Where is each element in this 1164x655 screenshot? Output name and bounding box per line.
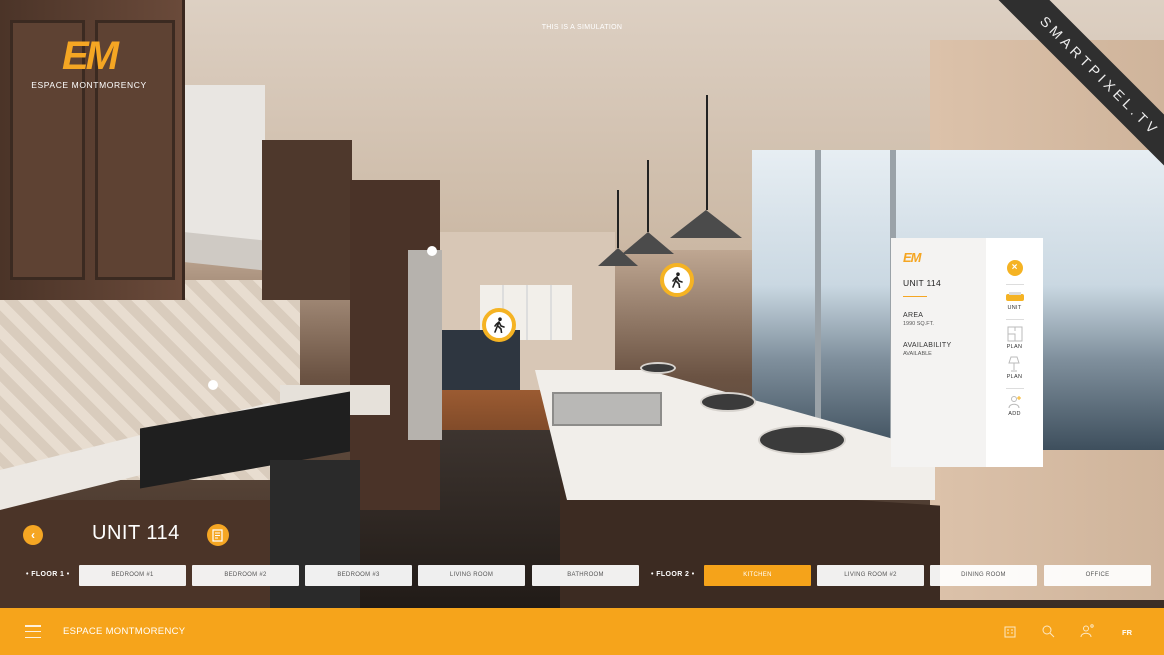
area-value: 1990 SQ.FT.	[903, 321, 934, 327]
pendant-lamp	[598, 248, 638, 266]
plate	[700, 392, 756, 412]
action-label: ADD	[1008, 411, 1021, 417]
room-living-room-2-button[interactable]: LIVING ROOM #2	[817, 565, 924, 586]
refrigerator	[408, 250, 442, 440]
pendant-cord	[706, 95, 708, 210]
language-toggle[interactable]: FR	[1122, 628, 1132, 637]
action-label: PLAN	[1006, 374, 1023, 380]
room-living-room-button[interactable]: LIVING ROOM	[418, 565, 525, 586]
search-icon[interactable]	[1041, 624, 1055, 638]
floor-label-text: FLOOR 1	[31, 571, 65, 578]
document-button[interactable]	[207, 524, 229, 546]
window-mullion	[815, 150, 821, 450]
document-icon	[212, 528, 223, 542]
panel-action-unit[interactable]: UNIT	[1005, 291, 1025, 311]
building-icon[interactable]	[1003, 624, 1017, 638]
panel-unit-title: UNIT 114	[903, 278, 941, 288]
hotspot-dot[interactable]	[427, 246, 437, 256]
plate	[758, 425, 846, 455]
unit-info-panel: EM UNIT 114 AREA 1990 SQ.FT. AVAILABILIT…	[891, 238, 1043, 467]
brand-logo[interactable]: EM ESPACE MONTMORENCY	[30, 36, 148, 90]
walking-person-icon	[494, 317, 505, 333]
lower-cabinets	[0, 500, 270, 608]
upper-cabinets-mid	[262, 140, 352, 300]
lamp-icon	[1008, 356, 1021, 372]
action-label: PLAN	[1006, 344, 1023, 350]
availability-value: AVAILABLE	[903, 351, 932, 357]
room-bathroom-button[interactable]: BATHROOM	[532, 565, 639, 586]
room-bedroom-1-button[interactable]: BEDROOM #1	[79, 565, 186, 586]
area-label: AREA	[903, 312, 924, 319]
floor-2-label[interactable]: • FLOOR 2 •	[651, 571, 695, 578]
plate	[640, 362, 676, 374]
divider	[1005, 388, 1024, 389]
hotspot-dot[interactable]	[208, 380, 218, 390]
bottom-bar: ESPACE MONTMORENCY FR	[0, 608, 1164, 655]
sink	[552, 392, 662, 426]
walk-to-marker[interactable]	[482, 308, 516, 342]
floor-1-label[interactable]: • FLOOR 1 •	[26, 571, 70, 578]
pendant-lamp	[670, 210, 742, 238]
walk-to-marker[interactable]	[660, 263, 694, 297]
pendant-cord	[647, 160, 649, 232]
room-bedroom-2-button[interactable]: BEDROOM #2	[192, 565, 299, 586]
walking-person-icon	[672, 272, 683, 288]
divider	[1005, 284, 1024, 285]
close-button[interactable]: ×	[1006, 260, 1023, 276]
panel-action-add[interactable]: ADD	[1008, 395, 1022, 417]
panel-action-plan[interactable]: PLAN	[1007, 326, 1023, 350]
logo-mark: EM	[62, 34, 119, 78]
unit-title: UNIT 114	[92, 522, 180, 544]
unit-icon	[1005, 292, 1024, 301]
divider	[903, 296, 927, 297]
divider	[1005, 319, 1024, 320]
floorplan-icon	[1007, 326, 1022, 342]
project-title: ESPACE MONTMORENCY	[63, 626, 186, 637]
back-button[interactable]: ‹	[23, 525, 43, 545]
room-office-button[interactable]: OFFICE	[1044, 565, 1151, 586]
add-user-icon	[1008, 396, 1021, 409]
panel-actions: × UNIT PLAN PLAN ADD	[986, 238, 1043, 467]
logo-name: ESPACE MONTMORENCY	[31, 80, 147, 90]
floor-label-text: FLOOR 2	[656, 571, 690, 578]
range-hood	[185, 85, 265, 245]
room-dining-room-button[interactable]: DINING ROOM	[930, 565, 1037, 586]
panel-action-plan-2[interactable]: PLAN	[1007, 356, 1023, 380]
user-icon[interactable]	[1080, 624, 1094, 638]
pendant-cord	[617, 190, 619, 248]
action-label: UNIT	[1007, 305, 1022, 311]
panel-logo: EM	[903, 250, 922, 265]
simulation-notice: THIS IS A SIMULATION	[541, 24, 623, 31]
unit-details: EM UNIT 114 AREA 1990 SQ.FT. AVAILABILIT…	[891, 238, 986, 467]
menu-icon[interactable]	[25, 625, 41, 638]
room-bedroom-3-button[interactable]: BEDROOM #3	[305, 565, 412, 586]
room-kitchen-button[interactable]: KITCHEN	[704, 565, 811, 586]
availability-label: AVAILABILITY	[903, 342, 952, 349]
